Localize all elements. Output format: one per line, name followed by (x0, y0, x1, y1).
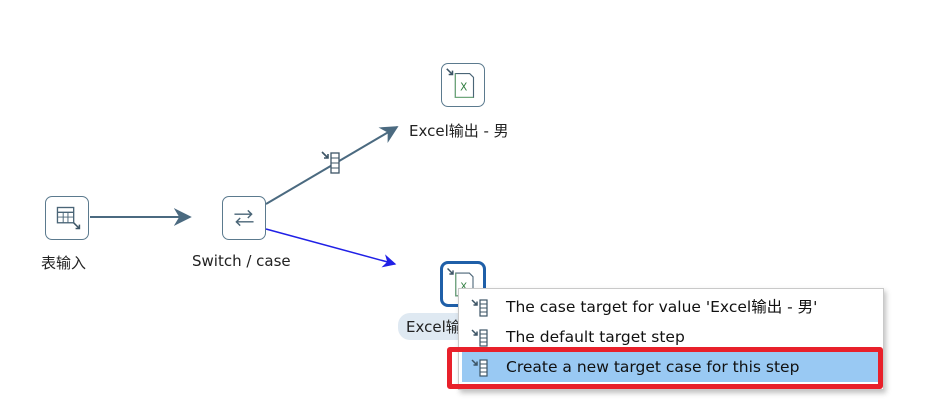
step-label-switch-case: Switch / case (192, 252, 291, 270)
menu-item-case-target[interactable]: The case target for value 'Excel输出 - 男' (459, 292, 883, 322)
svg-text:X: X (460, 82, 467, 94)
hop-target-icon (471, 329, 488, 347)
hop-target-icon (471, 359, 488, 377)
menu-item-default-target[interactable]: The default target step (459, 322, 883, 352)
hop-target-icon (471, 299, 488, 317)
menu-item-label: The case target for value 'Excel输出 - 男' (506, 298, 818, 316)
switch-arrows-icon (234, 209, 254, 227)
step-table-input[interactable] (45, 196, 89, 240)
step-label-excel-male: Excel输出 - 男 (409, 122, 509, 140)
table-input-icon (56, 206, 81, 230)
hop-target-context-menu: The case target for value 'Excel输出 - 男' … (458, 288, 884, 390)
step-label-table-input: 表输入 (41, 254, 87, 272)
transformation-canvas[interactable]: 表输入 Switch / case X Excel输出 - 男 X Excel输 (0, 0, 934, 411)
menu-item-label: Create a new target case for this step (506, 358, 800, 376)
menu-item-label: The default target step (506, 328, 685, 346)
step-switch-case[interactable] (222, 196, 266, 240)
step-excel-output-male[interactable]: X (441, 63, 485, 107)
menu-item-create-new-case[interactable]: Create a new target case for this step (462, 352, 878, 382)
excel-output-icon: X (446, 68, 475, 98)
